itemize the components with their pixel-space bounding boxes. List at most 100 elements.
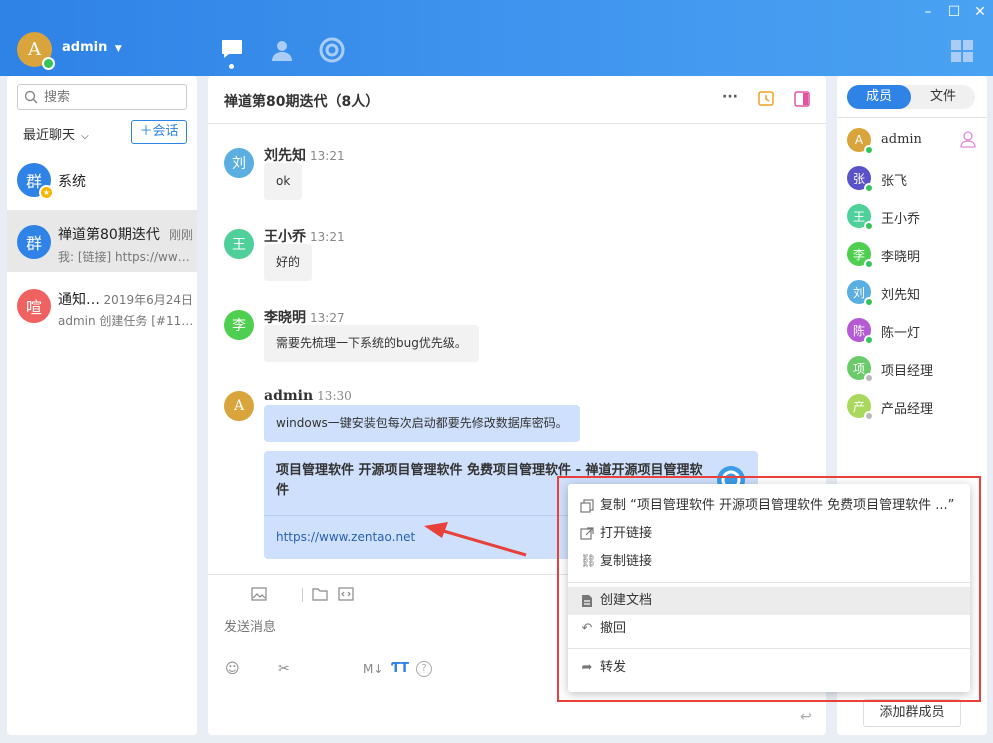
user-name-dropdown[interactable]: admin ▼ <box>62 40 122 55</box>
image-icon[interactable] <box>251 587 267 601</box>
apps-grid-button[interactable] <box>951 40 973 66</box>
message: 李 李晓明 13:27 需要先梳理一下系统的bug优先级。 <box>224 307 624 367</box>
minimize-button[interactable]: – <box>918 4 938 20</box>
chat-avatar: 喧 <box>17 289 51 323</box>
member-item[interactable]: 产 产品经理 <box>847 392 987 422</box>
admin-role-icon <box>960 131 976 148</box>
chat-list-panel: 最近聊天 ⌵ ＋会话 群 ★ 系统 群 禅道第80期迭代 刚刚 我: [链接] … <box>7 76 197 735</box>
search-icon <box>24 90 38 104</box>
member-item[interactable]: 陈 陈一灯 <box>847 316 987 346</box>
user-avatar[interactable]: A <box>17 32 55 70</box>
member-name: 产品经理 <box>881 402 934 417</box>
send-icon[interactable]: ↩ <box>800 709 812 725</box>
swirl-icon <box>319 37 345 63</box>
member-avatar: 王 <box>847 204 874 231</box>
link-card-url[interactable]: https://www.zentao.net <box>276 530 415 544</box>
message-bubble[interactable]: 好的 <box>264 244 313 281</box>
chat-item-time: 刚刚 <box>168 228 193 242</box>
new-chat-button[interactable]: ＋会话 <box>131 120 187 144</box>
sender-avatar-initial: 李 <box>232 318 246 334</box>
message-time: 13:21 <box>310 149 345 163</box>
message-bubble[interactable]: windows一键安装包每次启动都要先修改数据库密码。 <box>264 405 580 442</box>
panel-tabs: 成员 文件 <box>847 85 975 109</box>
search-box[interactable] <box>17 84 187 110</box>
online-status-dot <box>864 335 874 345</box>
member-item[interactable]: 张 张飞 <box>847 164 987 194</box>
message-bubble[interactable]: 需要先梳理一下系统的bug优先级。 <box>264 325 479 362</box>
sender-avatar[interactable]: 李 <box>224 310 254 340</box>
sender-line: 王小乔 13:21 <box>264 226 345 246</box>
member-avatar-initial: 张 <box>852 171 865 186</box>
member-item[interactable]: 李 李晓明 <box>847 240 987 270</box>
more-options-button[interactable]: ··· <box>722 89 738 105</box>
member-avatar: 李 <box>847 242 874 269</box>
nav-contacts-button[interactable] <box>270 38 294 66</box>
member-avatar: 产 <box>847 394 874 421</box>
toolbar-divider <box>302 588 303 602</box>
sender-avatar[interactable]: 刘 <box>224 148 254 178</box>
member-name: 刘先知 <box>881 288 921 303</box>
member-avatar-initial: 刘 <box>852 285 865 300</box>
sender-avatar-initial: 王 <box>232 237 246 253</box>
add-member-button[interactable]: 添加群成员 <box>863 699 961 727</box>
message-input[interactable] <box>222 614 556 718</box>
member-avatar: 刘 <box>847 280 874 307</box>
online-status-dot <box>864 297 874 307</box>
offline-status-dot <box>864 411 874 421</box>
online-status-dot <box>864 183 874 193</box>
chat-item-preview: admin 创建任务 [#11::修复bug] <box>58 314 194 328</box>
top-bar: A admin ▼ – ☐ ✕ <box>0 0 993 76</box>
chat-item-time: 2019年6月24日 <box>103 293 193 307</box>
member-item[interactable]: 项 项目经理 <box>847 354 987 384</box>
maximize-button[interactable]: ☐ <box>944 4 964 20</box>
message-bubble[interactable]: ok <box>264 163 303 200</box>
member-avatar: 陈 <box>847 318 874 345</box>
online-status-dot <box>864 259 874 269</box>
close-button[interactable]: ✕ <box>970 4 990 20</box>
code-icon[interactable] <box>338 587 354 601</box>
member-name: admin <box>881 132 922 147</box>
star-badge-icon: ★ <box>39 185 54 200</box>
tab-members[interactable]: 成员 <box>847 85 911 109</box>
sender-avatar-initial: A <box>233 398 245 414</box>
sender-avatar-initial: 刘 <box>232 156 246 172</box>
member-name: 项目经理 <box>881 364 934 379</box>
member-item[interactable]: 刘 刘先知 <box>847 278 987 308</box>
history-icon[interactable] <box>758 91 774 107</box>
chat-item-iteration-80[interactable]: 群 禅道第80期迭代 刚刚 我: [链接] https://www.zentao… <box>7 210 197 272</box>
folder-icon[interactable] <box>312 587 328 601</box>
contacts-icon <box>272 41 292 61</box>
member-avatar-initial: 产 <box>852 399 865 414</box>
member-name: 王小乔 <box>881 212 921 227</box>
sender-line: 李晓明 13:27 <box>264 307 345 327</box>
recent-chats-filter[interactable]: 最近聊天 ⌵ <box>23 124 89 143</box>
chat-avatar-initial: 群 <box>25 234 42 253</box>
caret-down-icon: ▼ <box>114 44 122 54</box>
message: 王 王小乔 13:21 好的 <box>224 226 624 286</box>
sender-line: admin 13:30 <box>264 388 352 404</box>
sender-name: 李晓明 <box>264 310 306 326</box>
sender-line: 刘先知 13:21 <box>264 145 345 165</box>
chat-icon <box>222 40 242 58</box>
member-avatar-initial: 李 <box>852 247 865 262</box>
sidebar-toggle-icon[interactable] <box>794 91 810 107</box>
tab-files[interactable]: 文件 <box>911 85 975 109</box>
chat-item-name: 系统 <box>58 174 86 190</box>
panel-header-divider <box>837 117 987 118</box>
chat-item-system[interactable]: 群 ★ 系统 <box>7 150 197 210</box>
message-time: 13:30 <box>317 389 352 403</box>
chat-item-notification-center[interactable]: 喧 通知中心 2019年6月24日 admin 创建任务 [#11::修复bug… <box>7 276 197 336</box>
nav-discover-button[interactable] <box>319 37 345 67</box>
chat-header: 禅道第80期迭代（8人） ··· <box>208 76 826 124</box>
chevron-down-icon: ⌵ <box>81 131 89 142</box>
sender-avatar[interactable]: 王 <box>224 229 254 259</box>
offline-status-dot <box>864 373 874 383</box>
member-item[interactable]: 王 王小乔 <box>847 202 987 232</box>
chat-avatar-initial: 喧 <box>25 298 42 317</box>
chat-item-name: 通知中心 <box>58 292 104 308</box>
recent-chats-label: 最近聊天 <box>23 128 76 143</box>
member-name: 张飞 <box>881 174 908 189</box>
search-input[interactable] <box>42 87 184 107</box>
sender-avatar[interactable]: A <box>224 391 254 421</box>
nav-chat-button[interactable] <box>220 38 244 69</box>
